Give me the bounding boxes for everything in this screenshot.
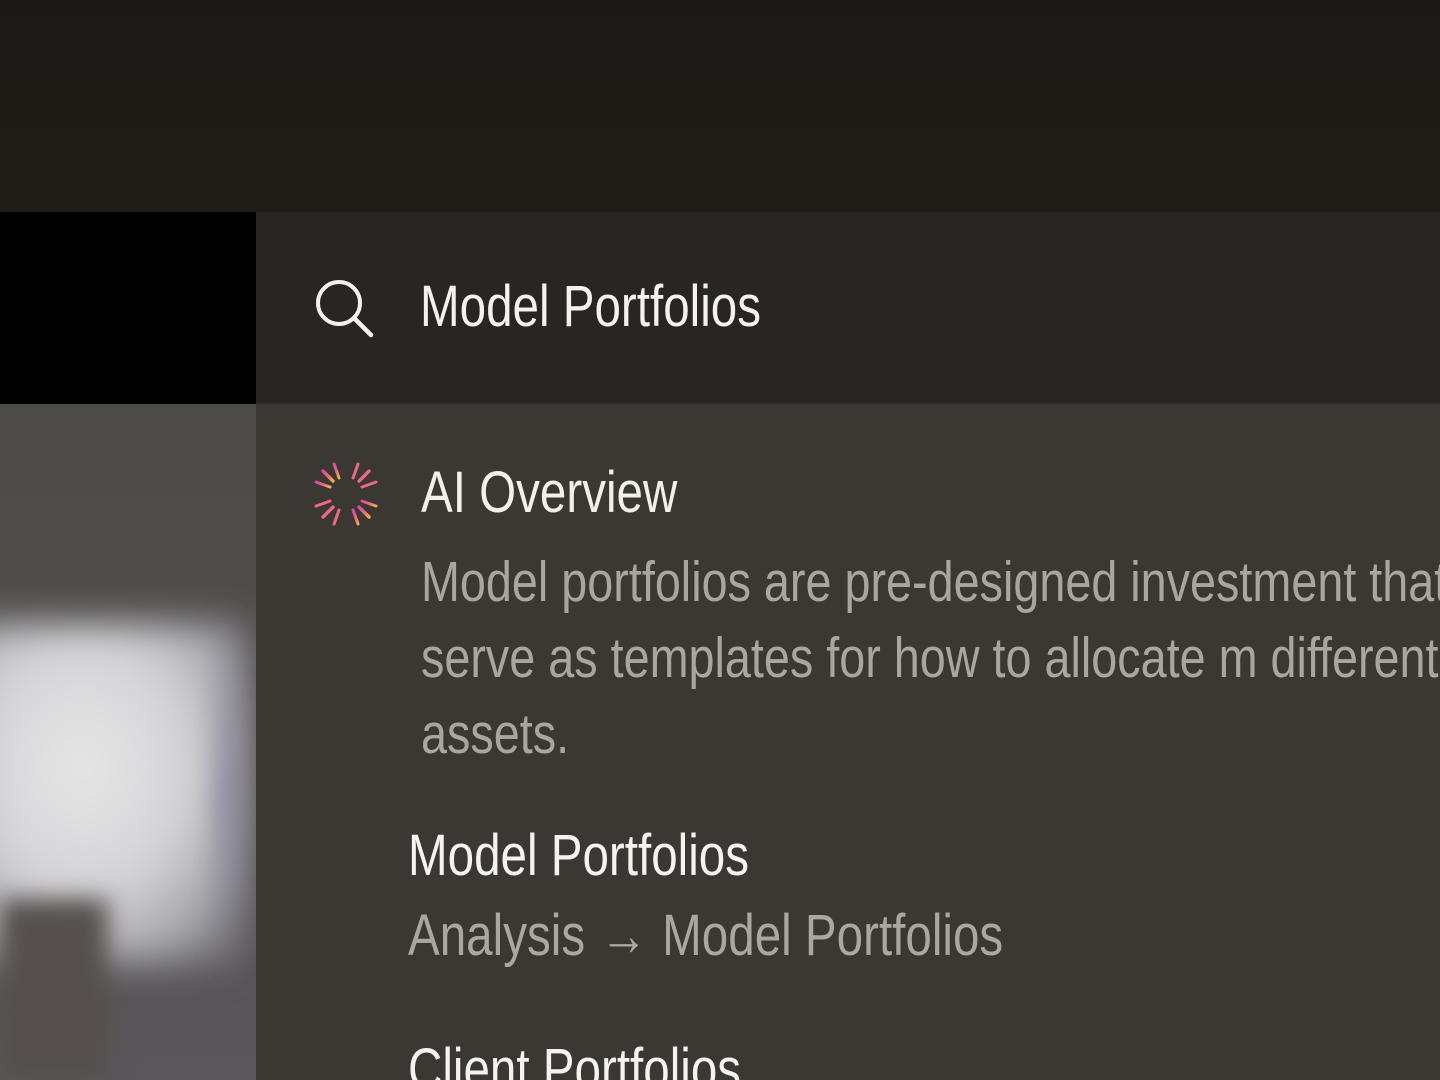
search-icon[interactable] [311,275,377,341]
result-title: Model Portfolios [408,823,750,888]
search-result-client-portfolios[interactable]: Client Portfolios [408,1034,1440,1080]
top-dark-band [0,0,1440,212]
search-result-model-portfolios[interactable]: Model Portfolios Analysis → Model Portfoli… [408,820,1440,980]
blurred-background-photo [0,404,256,1080]
search-results-panel: AI Overview Model portfolios are pre-des… [256,212,1440,1080]
ai-sparkle-icon [308,456,384,532]
breadcrumb-parent: Analysis [408,903,586,968]
arrow-right-icon: → [599,903,648,968]
screen: AI Overview Model portfolios are pre-des… [0,0,1440,1080]
result-title: Client Portfolios [408,1037,742,1080]
blurred-dark-shape [0,899,108,1080]
search-bar[interactable] [256,212,1440,404]
ai-overview-summary: Model portfolios are pre-designed invest… [421,550,1440,766]
result-breadcrumb: Analysis → Model Portfolios [408,900,1003,972]
search-input[interactable] [420,264,1158,350]
breadcrumb-current: Model Portfolios [662,903,1004,968]
left-black-panel [0,212,256,404]
ai-overview-title: AI Overview [421,460,678,525]
blurred-edge-glow [212,604,240,984]
